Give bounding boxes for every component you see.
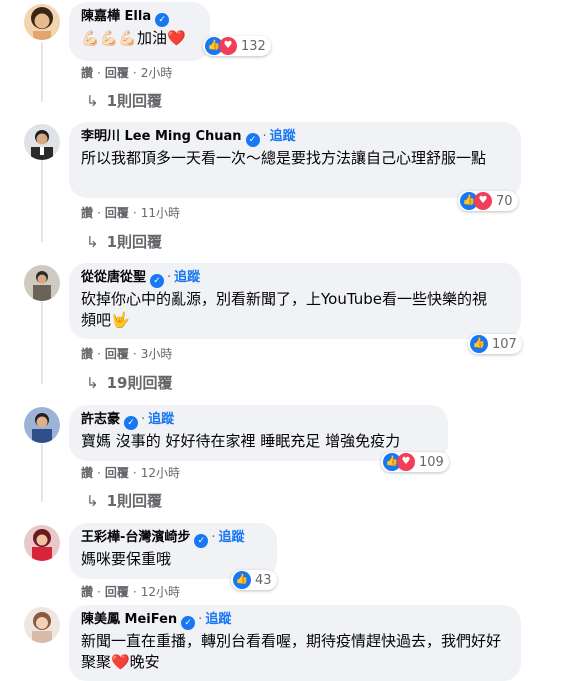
reaction-count: 70 xyxy=(496,193,513,209)
author-name[interactable]: 從從唐從聖 xyxy=(81,270,146,285)
verified-badge-icon: ✓ xyxy=(155,13,170,27)
reaction-summary[interactable]: 👍 ♥ 70 xyxy=(458,191,518,211)
comment-bubble: 從從唐從聖 ✓ · 追蹤 砍掉你心中的亂源，別看新聞了，上YouTube看一些快樂的視… xyxy=(69,263,521,339)
avatar[interactable] xyxy=(24,525,60,561)
avatar-image xyxy=(24,607,60,643)
verified-badge-icon: ✓ xyxy=(124,416,139,430)
comment-actions: 讚 · 回覆 · 12小時 xyxy=(81,466,180,480)
comment-actions: 讚 · 回覆 · 2小時 xyxy=(81,66,173,80)
like-button[interactable]: 讚 xyxy=(81,466,93,480)
author-name[interactable]: 陳美鳳 MeiFen xyxy=(81,612,177,627)
reply-arrow-icon: ↳ xyxy=(86,492,99,510)
like-reaction-icon: 👍 xyxy=(233,571,251,589)
reply-arrow-icon: ↳ xyxy=(86,92,99,110)
comment-actions: 讚 · 回覆 · 3小時 xyxy=(81,347,173,361)
timestamp[interactable]: 12小時 xyxy=(141,466,180,480)
reply-button[interactable]: 回覆 xyxy=(105,206,129,220)
thread-line xyxy=(41,42,43,102)
love-reaction-icon: ♥ xyxy=(397,453,415,471)
timestamp[interactable]: 3小時 xyxy=(141,347,173,361)
reaction-summary[interactable]: 👍 107 xyxy=(468,334,522,354)
timestamp[interactable]: 12小時 xyxy=(141,585,180,599)
comment-text: 寶媽 沒事的 好好待在家裡 睡眠充足 增強免疫力 xyxy=(81,432,401,450)
avatar[interactable] xyxy=(24,4,60,40)
author-name[interactable]: 陳嘉樺 Ella xyxy=(81,9,151,24)
reaction-count: 43 xyxy=(255,572,272,588)
comment-bubble: 陳嘉樺 Ella ✓ 💪🏻💪🏻💪🏻加油❤️ xyxy=(69,2,210,61)
reply-button[interactable]: 回覆 xyxy=(105,66,129,80)
follow-button[interactable]: 追蹤 xyxy=(205,612,231,627)
thread-line xyxy=(41,302,43,384)
follow-button[interactable]: 追蹤 xyxy=(219,530,245,545)
avatar[interactable] xyxy=(24,407,60,443)
comment-bubble: 陳美鳳 MeiFen ✓ · 追蹤 新聞一直在重播，轉別台看看喔，期待疫情趕快過去，我… xyxy=(69,605,521,681)
reaction-count: 132 xyxy=(241,38,266,54)
author-name[interactable]: 李明川 Lee Ming Chuan xyxy=(81,129,242,144)
avatar[interactable] xyxy=(24,607,60,643)
reply-button[interactable]: 回覆 xyxy=(105,347,129,361)
reaction-summary[interactable]: 👍 ♥ 109 xyxy=(381,452,449,472)
love-reaction-icon: ♥ xyxy=(474,192,492,210)
like-button[interactable]: 讚 xyxy=(81,585,93,599)
comment-actions: 讚 · 回覆 · 12小時 xyxy=(81,585,180,599)
comment-bubble: 李明川 Lee Ming Chuan ✓ · 追蹤 所以我都頂多一天看一次～總是要找方… xyxy=(69,122,521,198)
verified-badge-icon: ✓ xyxy=(194,534,209,548)
reaction-count: 109 xyxy=(419,454,444,470)
comment-text: 所以我都頂多一天看一次～總是要找方法讓自己心理舒服一點 xyxy=(81,149,487,167)
avatar-image xyxy=(24,124,60,160)
thread-line xyxy=(41,158,43,242)
reply-arrow-icon: ↳ xyxy=(86,374,99,392)
avatar-image xyxy=(24,525,60,561)
reaction-summary[interactable]: 👍 43 xyxy=(231,570,277,590)
verified-badge-icon: ✓ xyxy=(181,616,196,630)
thread-line xyxy=(41,444,43,502)
avatar[interactable] xyxy=(24,124,60,160)
comment-text: 新聞一直在重播，轉別台看看喔，期待疫情趕快過去，我們好好聚聚❤️晚安 xyxy=(81,632,502,671)
follow-button[interactable]: 追蹤 xyxy=(148,412,174,427)
love-reaction-icon: ♥ xyxy=(219,37,237,55)
comment-text: 砍掉你心中的亂源，別看新聞了，上YouTube看一些快樂的視頻吧🤟 xyxy=(81,290,487,329)
like-button[interactable]: 讚 xyxy=(81,347,93,361)
view-replies-link[interactable]: ↳ 19則回覆 xyxy=(86,372,172,393)
reply-arrow-icon: ↳ xyxy=(86,233,99,251)
follow-button[interactable]: 追蹤 xyxy=(270,129,296,144)
author-name[interactable]: 王彩樺-台灣濱崎步 xyxy=(81,530,190,545)
timestamp[interactable]: 11小時 xyxy=(141,206,180,220)
reply-button[interactable]: 回覆 xyxy=(105,466,129,480)
follow-button[interactable]: 追蹤 xyxy=(174,270,200,285)
view-replies-link[interactable]: ↳ 1則回覆 xyxy=(86,90,162,111)
author-name[interactable]: 許志豪 xyxy=(81,412,120,427)
timestamp[interactable]: 2小時 xyxy=(141,66,173,80)
view-replies-link[interactable]: ↳ 1則回覆 xyxy=(86,231,162,252)
like-button[interactable]: 讚 xyxy=(81,206,93,220)
avatar-image xyxy=(24,407,60,443)
reaction-summary[interactable]: 👍 ♥ 132 xyxy=(203,36,271,56)
comment-text: 💪🏻💪🏻💪🏻加油❤️ xyxy=(81,29,186,47)
comment-actions: 讚 · 回覆 · 11小時 xyxy=(81,206,180,220)
view-replies-link[interactable]: ↳ 1則回覆 xyxy=(86,490,162,511)
avatar-image xyxy=(24,4,60,40)
avatar-image xyxy=(24,265,60,301)
reaction-count: 107 xyxy=(492,336,517,352)
reply-button[interactable]: 回覆 xyxy=(105,585,129,599)
comment-text: 媽咪要保重哦 xyxy=(81,550,172,568)
avatar[interactable] xyxy=(24,265,60,301)
verified-badge-icon: ✓ xyxy=(150,274,165,288)
like-reaction-icon: 👍 xyxy=(470,335,488,353)
like-button[interactable]: 讚 xyxy=(81,66,93,80)
verified-badge-icon: ✓ xyxy=(245,133,260,147)
